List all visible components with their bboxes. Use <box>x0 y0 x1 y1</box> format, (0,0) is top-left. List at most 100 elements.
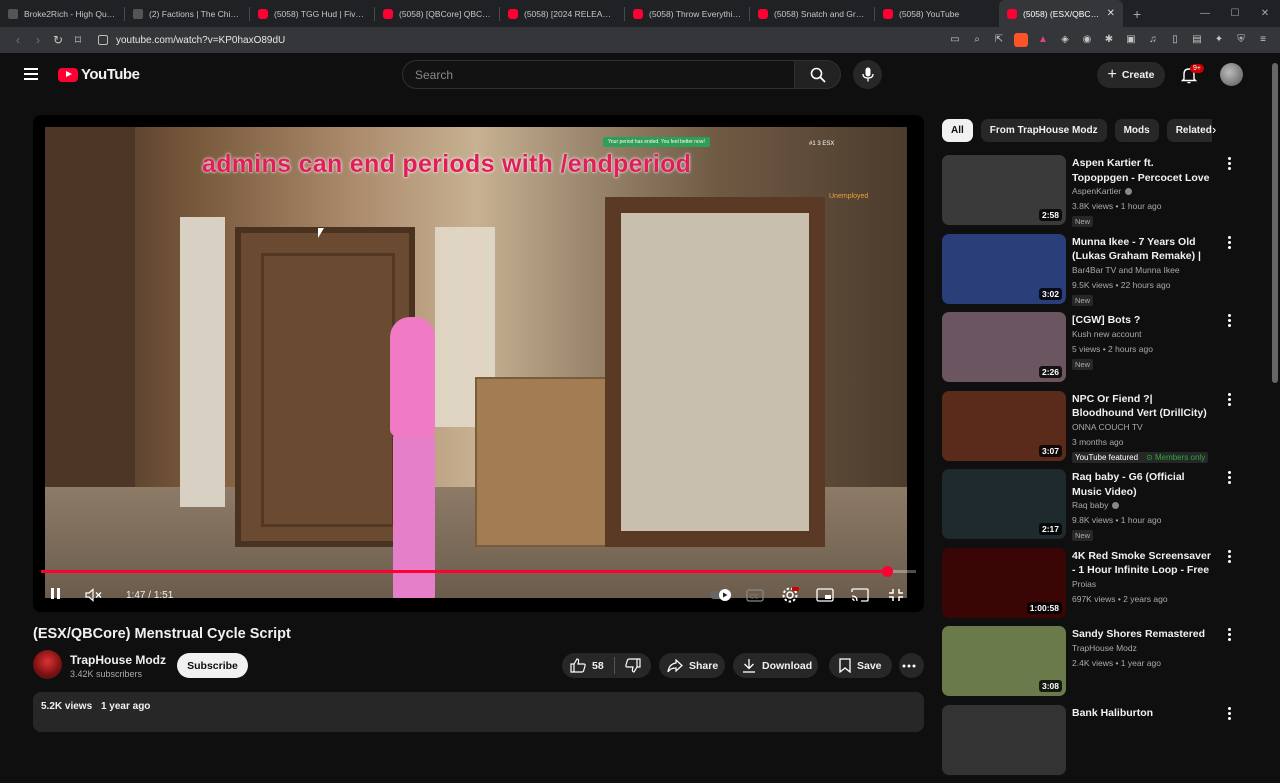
recommended-video[interactable]: 2:17Raq baby - G6 (Official Music Video)… <box>942 469 1242 548</box>
video-thumbnail[interactable]: 2:26 <box>942 312 1066 382</box>
install-app-icon[interactable]: ▭ <box>948 33 962 47</box>
more-vertical-icon[interactable] <box>1228 157 1232 172</box>
puzzle-icon[interactable]: ✱ <box>1102 33 1116 47</box>
recommended-video-title[interactable]: NPC Or Fiend ?| Bloodhound Vert (DrillCi… <box>1072 392 1212 421</box>
youtube-logo[interactable]: YouTube <box>58 66 139 83</box>
recommended-video-title[interactable]: Sandy Shores Remastered <box>1072 627 1212 642</box>
recommended-video[interactable]: Bank Haliburton <box>942 705 1242 783</box>
like-button[interactable]: 58 <box>562 658 604 673</box>
close-window-icon[interactable]: ✕ <box>1250 8 1280 19</box>
music-icon[interactable]: ♫ <box>1146 33 1160 47</box>
video-thumbnail[interactable]: 2:58 <box>942 155 1066 225</box>
more-actions-button[interactable] <box>899 653 924 678</box>
new-tab-icon[interactable]: + <box>1123 6 1151 22</box>
more-vertical-icon[interactable] <box>1228 393 1232 408</box>
browser-tab[interactable]: Broke2Rich - High Quality <box>0 0 124 27</box>
video-thumbnail[interactable]: 3:07 <box>942 391 1066 461</box>
more-vertical-icon[interactable] <box>1228 550 1232 565</box>
back-icon[interactable]: ‹ <box>8 33 28 47</box>
recommended-channel[interactable]: Bar4Bar TV and Munna Ikee <box>1072 265 1180 275</box>
extension-icon[interactable]: ◈ <box>1058 33 1072 47</box>
recommended-channel[interactable]: Raq baby <box>1072 500 1119 510</box>
menu-icon[interactable] <box>24 68 38 80</box>
progress-bar[interactable] <box>41 570 916 573</box>
account-avatar[interactable] <box>1220 63 1243 86</box>
share-page-icon[interactable]: ⇱ <box>992 33 1006 47</box>
leo-icon[interactable]: ✦ <box>1212 33 1226 47</box>
browser-tab[interactable]: (5058) Throw Everything <box>625 0 749 27</box>
recommended-channel[interactable]: AspenKartier <box>1072 186 1132 196</box>
recommended-channel[interactable]: Proias <box>1072 579 1096 589</box>
filter-chip[interactable]: From TrapHouse Modz <box>981 119 1107 142</box>
extension-icon[interactable]: ▣ <box>1124 33 1138 47</box>
description-box[interactable]: 5.2K views 1 year ago <box>33 692 924 732</box>
brave-shields-icon[interactable] <box>1014 33 1028 47</box>
recommended-video-title[interactable]: [CGW] Bots ? <box>1072 313 1212 328</box>
recommended-channel[interactable]: Kush new account <box>1072 329 1141 339</box>
sidebar-icon[interactable]: ▯ <box>1168 33 1182 47</box>
more-vertical-icon[interactable] <box>1228 707 1232 722</box>
maximize-icon[interactable]: ☐ <box>1220 8 1250 19</box>
menu-icon[interactable]: ≡ <box>1256 33 1270 47</box>
search-button[interactable] <box>795 60 841 89</box>
zoom-icon[interactable]: ⌕ <box>970 33 984 47</box>
filter-chip[interactable]: Related <box>1167 119 1212 142</box>
recommended-channel[interactable]: ONNA COUCH TV <box>1072 422 1143 432</box>
reload-icon[interactable]: ↻ <box>48 33 68 47</box>
recommended-video-title[interactable]: 4K Red Smoke Screensaver - 1 Hour Infini… <box>1072 549 1212 578</box>
save-button[interactable]: Save <box>829 653 892 678</box>
browser-tab[interactable]: (5058) [2024 RELEASE] La <box>500 0 624 27</box>
recommended-channel[interactable]: TrapHouse Modz <box>1072 643 1137 653</box>
cast-button[interactable] <box>851 585 869 605</box>
settings-button[interactable] <box>781 585 799 605</box>
recommended-video[interactable]: 2:58Aspen Kartier ft. Topoppgen - Percoc… <box>942 155 1242 234</box>
voice-search-button[interactable] <box>853 60 882 89</box>
minimize-icon[interactable]: — <box>1190 8 1220 19</box>
video-thumbnail[interactable]: 3:08 <box>942 626 1066 696</box>
channel-name[interactable]: TrapHouse Modz <box>70 653 166 667</box>
video-thumbnail[interactable]: 2:17 <box>942 469 1066 539</box>
miniplayer-button[interactable] <box>816 585 834 605</box>
fullscreen-button[interactable] <box>888 585 904 605</box>
more-vertical-icon[interactable] <box>1228 628 1232 643</box>
more-vertical-icon[interactable] <box>1228 471 1232 486</box>
browser-tab[interactable]: (5058) TGG Hud | FiveM | <box>250 0 374 27</box>
filter-chip[interactable]: Mods <box>1115 119 1159 142</box>
recommended-video[interactable]: 2:26[CGW] Bots ?Kush new account5 views … <box>942 312 1242 391</box>
pause-button[interactable] <box>51 585 63 605</box>
video-thumbnail[interactable]: 1:00:58 <box>942 548 1066 618</box>
url-field[interactable]: youtube.com/watch?v=KP0haxO89dU <box>98 35 285 46</box>
recommended-video[interactable]: 3:08 Sandy Shores RemasteredTrapHouse Mod… <box>942 626 1242 705</box>
browser-tab[interactable]: (5058) Snatch and Grab | <box>750 0 874 27</box>
channel-avatar[interactable] <box>33 650 62 679</box>
vpn-icon[interactable]: ⛨ <box>1234 33 1248 47</box>
browser-tab[interactable]: (5058) (ESX/QBCore) Men✕ <box>999 0 1123 27</box>
recommended-video[interactable]: 1:00:584K Red Smoke Screensaver - 1 Hour… <box>942 548 1242 627</box>
recommended-video-title[interactable]: Raq baby - G6 (Official Music Video) <box>1072 470 1212 499</box>
subtitles-button[interactable]: CC <box>746 585 764 605</box>
download-button[interactable]: Download <box>733 653 818 678</box>
close-tab-icon[interactable]: ✕ <box>1103 8 1115 19</box>
search-input[interactable]: Search <box>402 60 795 89</box>
browser-tab[interactable]: (2) Factions | The Chi Roleplay <box>125 0 249 27</box>
recommended-video-title[interactable]: Munna Ikee - 7 Years Old (Lukas Graham R… <box>1072 235 1212 264</box>
video-player[interactable]: admins can end periods with /endperiod Y… <box>33 115 924 612</box>
site-info-icon[interactable] <box>98 35 108 45</box>
extension-icon[interactable]: ◉ <box>1080 33 1094 47</box>
mute-button[interactable] <box>85 585 103 605</box>
chevron-right-icon[interactable]: › <box>1212 122 1216 137</box>
recommended-video[interactable]: 3:07NPC Or Fiend ?| Bloodhound Vert (Dri… <box>942 391 1242 470</box>
share-button[interactable]: Share <box>659 653 725 678</box>
dislike-button[interactable] <box>625 658 647 673</box>
video-thumbnail[interactable] <box>942 705 1066 775</box>
browser-tab[interactable]: (5058) YouTube <box>875 0 999 27</box>
subscribe-button[interactable]: Subscribe <box>177 653 248 678</box>
bookmark-icon[interactable]: ⌑ <box>68 33 88 47</box>
filter-chip[interactable]: All <box>942 119 973 142</box>
more-vertical-icon[interactable] <box>1228 314 1232 329</box>
create-button[interactable]: +Create <box>1097 62 1165 88</box>
autoplay-toggle[interactable] <box>709 585 735 605</box>
browser-tab[interactable]: (5058) [QBCore] QBCore <box>375 0 499 27</box>
video-thumbnail[interactable]: 3:02 <box>942 234 1066 304</box>
recommended-video[interactable]: 3:02Munna Ikee - 7 Years Old (Lukas Grah… <box>942 234 1242 313</box>
